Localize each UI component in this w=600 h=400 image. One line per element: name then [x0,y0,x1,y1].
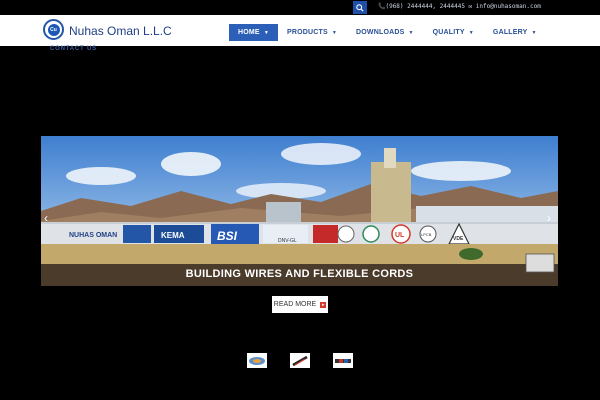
chevron-down-icon: ▼ [468,29,474,36]
nav-item-label: QUALITY [432,29,465,36]
cert-logo-lpcb: LPCB [421,232,432,237]
nav-item-label: DOWNLOADS [356,29,405,36]
cert-logo-bsi: BSI [217,229,238,243]
slider-next-button[interactable]: › [547,212,551,224]
site-name[interactable]: Nuhas Oman L.L.C [69,24,172,38]
hero-slider[interactable]: NUHAS OMAN KEMA BSI DNV-GL UL LPCB VDE [41,136,558,286]
slider-caption: BUILDING WIRES AND FLEXIBLE CORDS [185,268,414,280]
chevron-down-icon: ▼ [263,29,269,36]
wall-text: NUHAS OMAN [69,232,117,239]
nav-item-quality[interactable]: QUALITY ▼ [433,24,474,41]
contact-info: 📞(968) 2444444, 2444445 ✉ info@nuhasoman… [378,3,541,10]
slider-thumbnails [247,353,376,368]
slider-prev-button[interactable]: ‹ [44,212,48,224]
search-button[interactable] [353,1,367,14]
nav-item-label: PRODUCTS [286,29,328,36]
nav-item-label: GALLERY [492,29,528,36]
search-icon [356,3,364,12]
nav-item-label: HOME [238,29,260,36]
cert-logo-vde: VDE [453,236,464,242]
cert-logo-dnv: DNV-GL [278,238,297,244]
cable-image [292,355,308,366]
chevron-down-icon: ▼ [408,29,414,36]
thumbnail-1[interactable] [247,353,267,368]
read-more-button[interactable]: READ MORE ▸ [272,296,328,313]
slider-image: NUHAS OMAN KEMA BSI DNV-GL UL LPCB VDE [41,136,558,286]
chevron-down-icon: ▼ [531,29,537,36]
nav-item-downloads[interactable]: DOWNLOADS ▼ [356,24,414,41]
main-nav: HOME ▼ PRODUCTS ▼ DOWNLOADS ▼ QUALITY ▼ GALL… [229,24,537,41]
nav-item-home[interactable]: HOME ▼ [229,24,278,41]
arrow-right-icon: ▸ [320,301,327,308]
chevron-down-icon: ▼ [331,29,338,36]
cert-logo-ul: UL [395,232,405,239]
nav-item-contact[interactable]: CONTACT US [50,46,97,52]
thumbnail-2[interactable] [290,353,310,368]
cable-image [249,356,265,365]
nav-item-gallery[interactable]: GALLERY ▼ [493,24,537,41]
cable-image [335,358,351,363]
logo-symbol: Cu [47,23,60,36]
nav-item-products[interactable]: PRODUCTS ▼ [287,24,337,41]
logo-icon[interactable]: Cu [43,19,64,40]
top-utility-bar: 📞(968) 2444444, 2444445 ✉ info@nuhasoman… [0,0,600,15]
read-more-label: READ MORE [273,301,317,308]
cert-logo-kema: KEMA [161,231,185,240]
thumbnail-3[interactable] [333,353,353,368]
